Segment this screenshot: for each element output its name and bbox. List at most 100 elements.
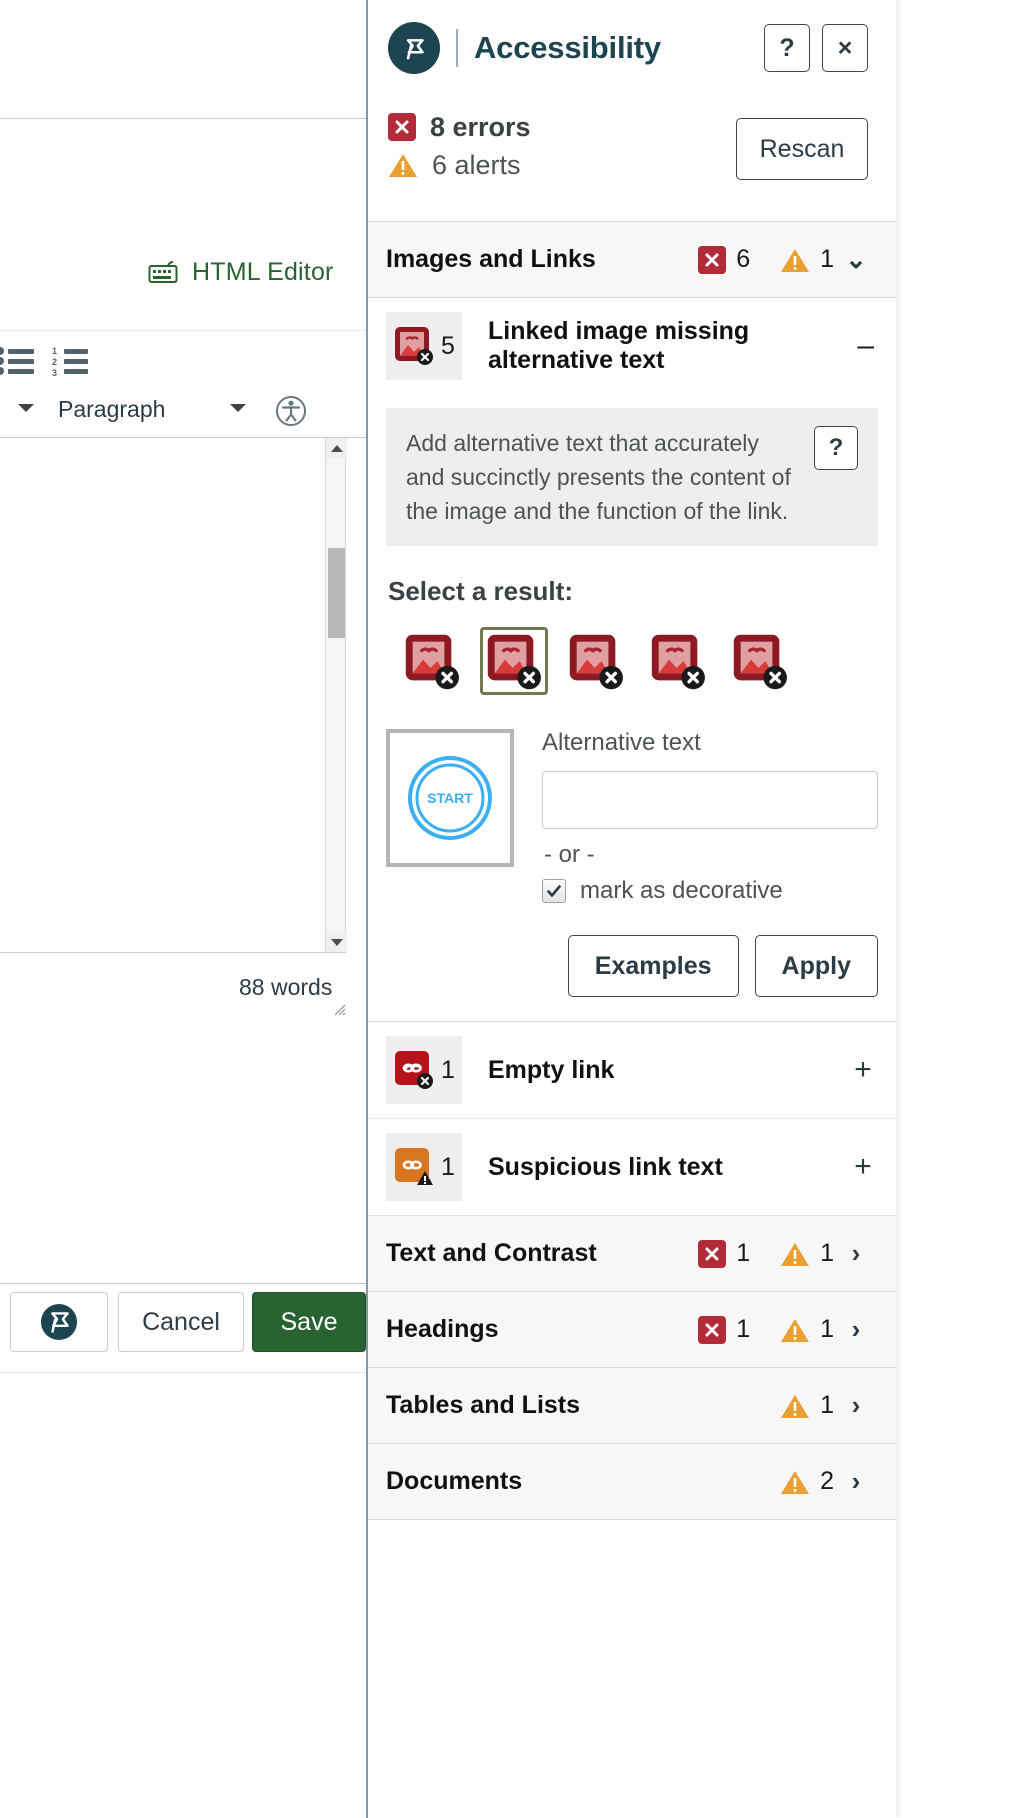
html-editor-label: HTML Editor [192,258,334,286]
word-count-label: 88 words [239,974,333,1000]
result-thumbnail-strip [386,627,878,695]
alt-text-input[interactable] [542,771,878,829]
issue-row-suspicious-link-text[interactable]: 1 Suspicious link text + [368,1119,896,1216]
pope-tech-flag-logo [388,22,440,74]
chevron-down-icon[interactable] [230,404,246,412]
issue-help-box: Add alternative text that accurately and… [386,408,878,546]
chevron-right-icon[interactable]: › [834,1390,878,1421]
issue-label: Suspicious link text [488,1152,723,1181]
save-button[interactable]: Save [252,1292,366,1352]
mark-as-decorative-label: mark as decorative [580,877,783,904]
error-x-icon [698,1239,727,1268]
panel-close-button[interactable]: × [822,24,868,72]
linked-image-error-thumb [569,634,623,690]
html-editor-toggle[interactable]: HTML Editor [148,258,334,287]
brand-divider [456,29,458,67]
chevron-down-icon[interactable]: ⌄ [834,244,878,275]
panel-brand: Accessibility [388,22,661,74]
error-x-icon [698,1315,727,1344]
issue-severity-thumb: 1 [386,1036,462,1104]
section-alert-stat: 2 [780,1467,834,1496]
issue-severity-thumb: 5 [386,312,462,380]
accessibility-person-icon[interactable] [276,396,306,426]
result-thumbnail-5[interactable] [726,627,794,695]
linked-image-error-thumb [651,634,705,690]
warning-triangle-icon [780,247,810,273]
empty-link-error-icon [395,1051,434,1089]
chevron-right-icon[interactable]: › [834,1238,878,1269]
panel-help-button[interactable]: ? [764,24,810,72]
errors-count-label: 8 errors [430,111,531,142]
svg-text:1: 1 [52,346,57,356]
linked-image-error-thumb [733,634,787,690]
error-summary-row: 8 errors [388,108,531,146]
toolbar-overflow-caret-icon[interactable] [18,404,34,412]
result-thumbnail-1[interactable] [398,627,466,695]
editor-top-divider [0,118,366,119]
issue-count: 5 [441,331,455,360]
chevron-right-icon[interactable]: › [834,1314,878,1345]
issue-expand-toggle[interactable]: + [848,1150,878,1184]
scrollbar-thumb[interactable] [328,548,345,638]
issue-row-empty-link[interactable]: 1 Empty link + [368,1022,896,1119]
issue-row-linked-image-missing-alt[interactable]: 5 Linked image missing alternative text … [368,298,896,394]
select-result-label: Select a result: [388,576,573,606]
cancel-button[interactable]: Cancel [118,1292,244,1352]
apply-button[interactable]: Apply [754,935,878,997]
issue-label: Linked image missing alternative text [488,317,750,374]
block-format-label[interactable]: Paragraph [58,396,165,423]
issue-expand-toggle[interactable]: + [848,1053,878,1087]
section-alert-count: 1 [820,1391,834,1419]
result-thumbnail-4[interactable] [644,627,712,695]
mark-as-decorative-checkbox[interactable] [542,879,566,903]
section-alert-count: 2 [820,1467,834,1495]
warning-triangle-icon [388,152,418,178]
fix-area: START Alternative text - or - mark as de… [386,729,878,997]
fix-fields: Alternative text - or - mark as decorati… [542,729,878,997]
section-title: Headings [386,1315,499,1343]
section-title: Images and Links [386,245,596,273]
section-error-count: 1 [736,1315,751,1343]
examples-button[interactable]: Examples [567,935,739,997]
panel-title: Accessibility [474,30,661,65]
mark-as-decorative-row[interactable]: mark as decorative [542,877,878,905]
warning-triangle-icon [780,1241,810,1267]
result-thumbnail-3[interactable] [562,627,630,695]
section-header-images-and-links[interactable]: Images and Links 6 1 ⌄ [368,222,896,298]
editor-content-area[interactable] [0,438,344,952]
issue-label: Empty link [488,1055,615,1084]
result-thumbnail-2[interactable] [480,627,548,695]
alerts-count-label: 6 alerts [432,149,521,180]
editor-footer-divider-2 [0,1372,366,1373]
linked-image-error-thumb [405,634,459,690]
scroll-up-arrow-icon[interactable] [326,438,347,458]
resize-grip-icon[interactable] [330,1000,346,1016]
issue-help-button[interactable]: ? [814,426,858,470]
checkmark-icon [547,885,561,897]
start-button-image: START [408,756,492,840]
issue-detail-panel: Add alternative text that accurately and… [368,408,896,1022]
section-alert-count: 1 [820,1239,834,1267]
editor-footer-divider [0,1283,366,1284]
section-header-headings[interactable]: Headings 1 1 › [368,1292,896,1368]
accessibility-checker-button[interactable] [10,1292,108,1352]
issue-collapse-toggle[interactable]: – [853,331,878,361]
toolbar-divider [0,330,366,331]
editor-scrollbar[interactable] [325,438,347,952]
alert-summary-row: 6 alerts [388,146,531,184]
chevron-right-icon[interactable]: › [834,1466,878,1497]
section-header-tables-and-lists[interactable]: Tables and Lists 1 › [368,1368,896,1444]
scroll-down-arrow-icon[interactable] [326,932,347,952]
ordered-list-icon[interactable]: 123 [52,344,98,383]
warning-triangle-icon [780,1469,810,1495]
section-header-documents[interactable]: Documents 2 › [368,1444,896,1520]
or-separator-label: - or - [544,841,595,868]
rescan-button[interactable]: Rescan [736,118,868,180]
alt-text-label: Alternative text [542,729,701,756]
panel-header: Accessibility ? × 8 errors 6 alerts Resc… [368,0,896,222]
unordered-list-icon[interactable] [0,344,44,383]
linked-image-error-icon [395,327,434,365]
section-header-text-and-contrast[interactable]: Text and Contrast 1 1 › [368,1216,896,1292]
section-alert-stat: 1 [780,1315,834,1344]
section-title: Documents [386,1467,523,1495]
